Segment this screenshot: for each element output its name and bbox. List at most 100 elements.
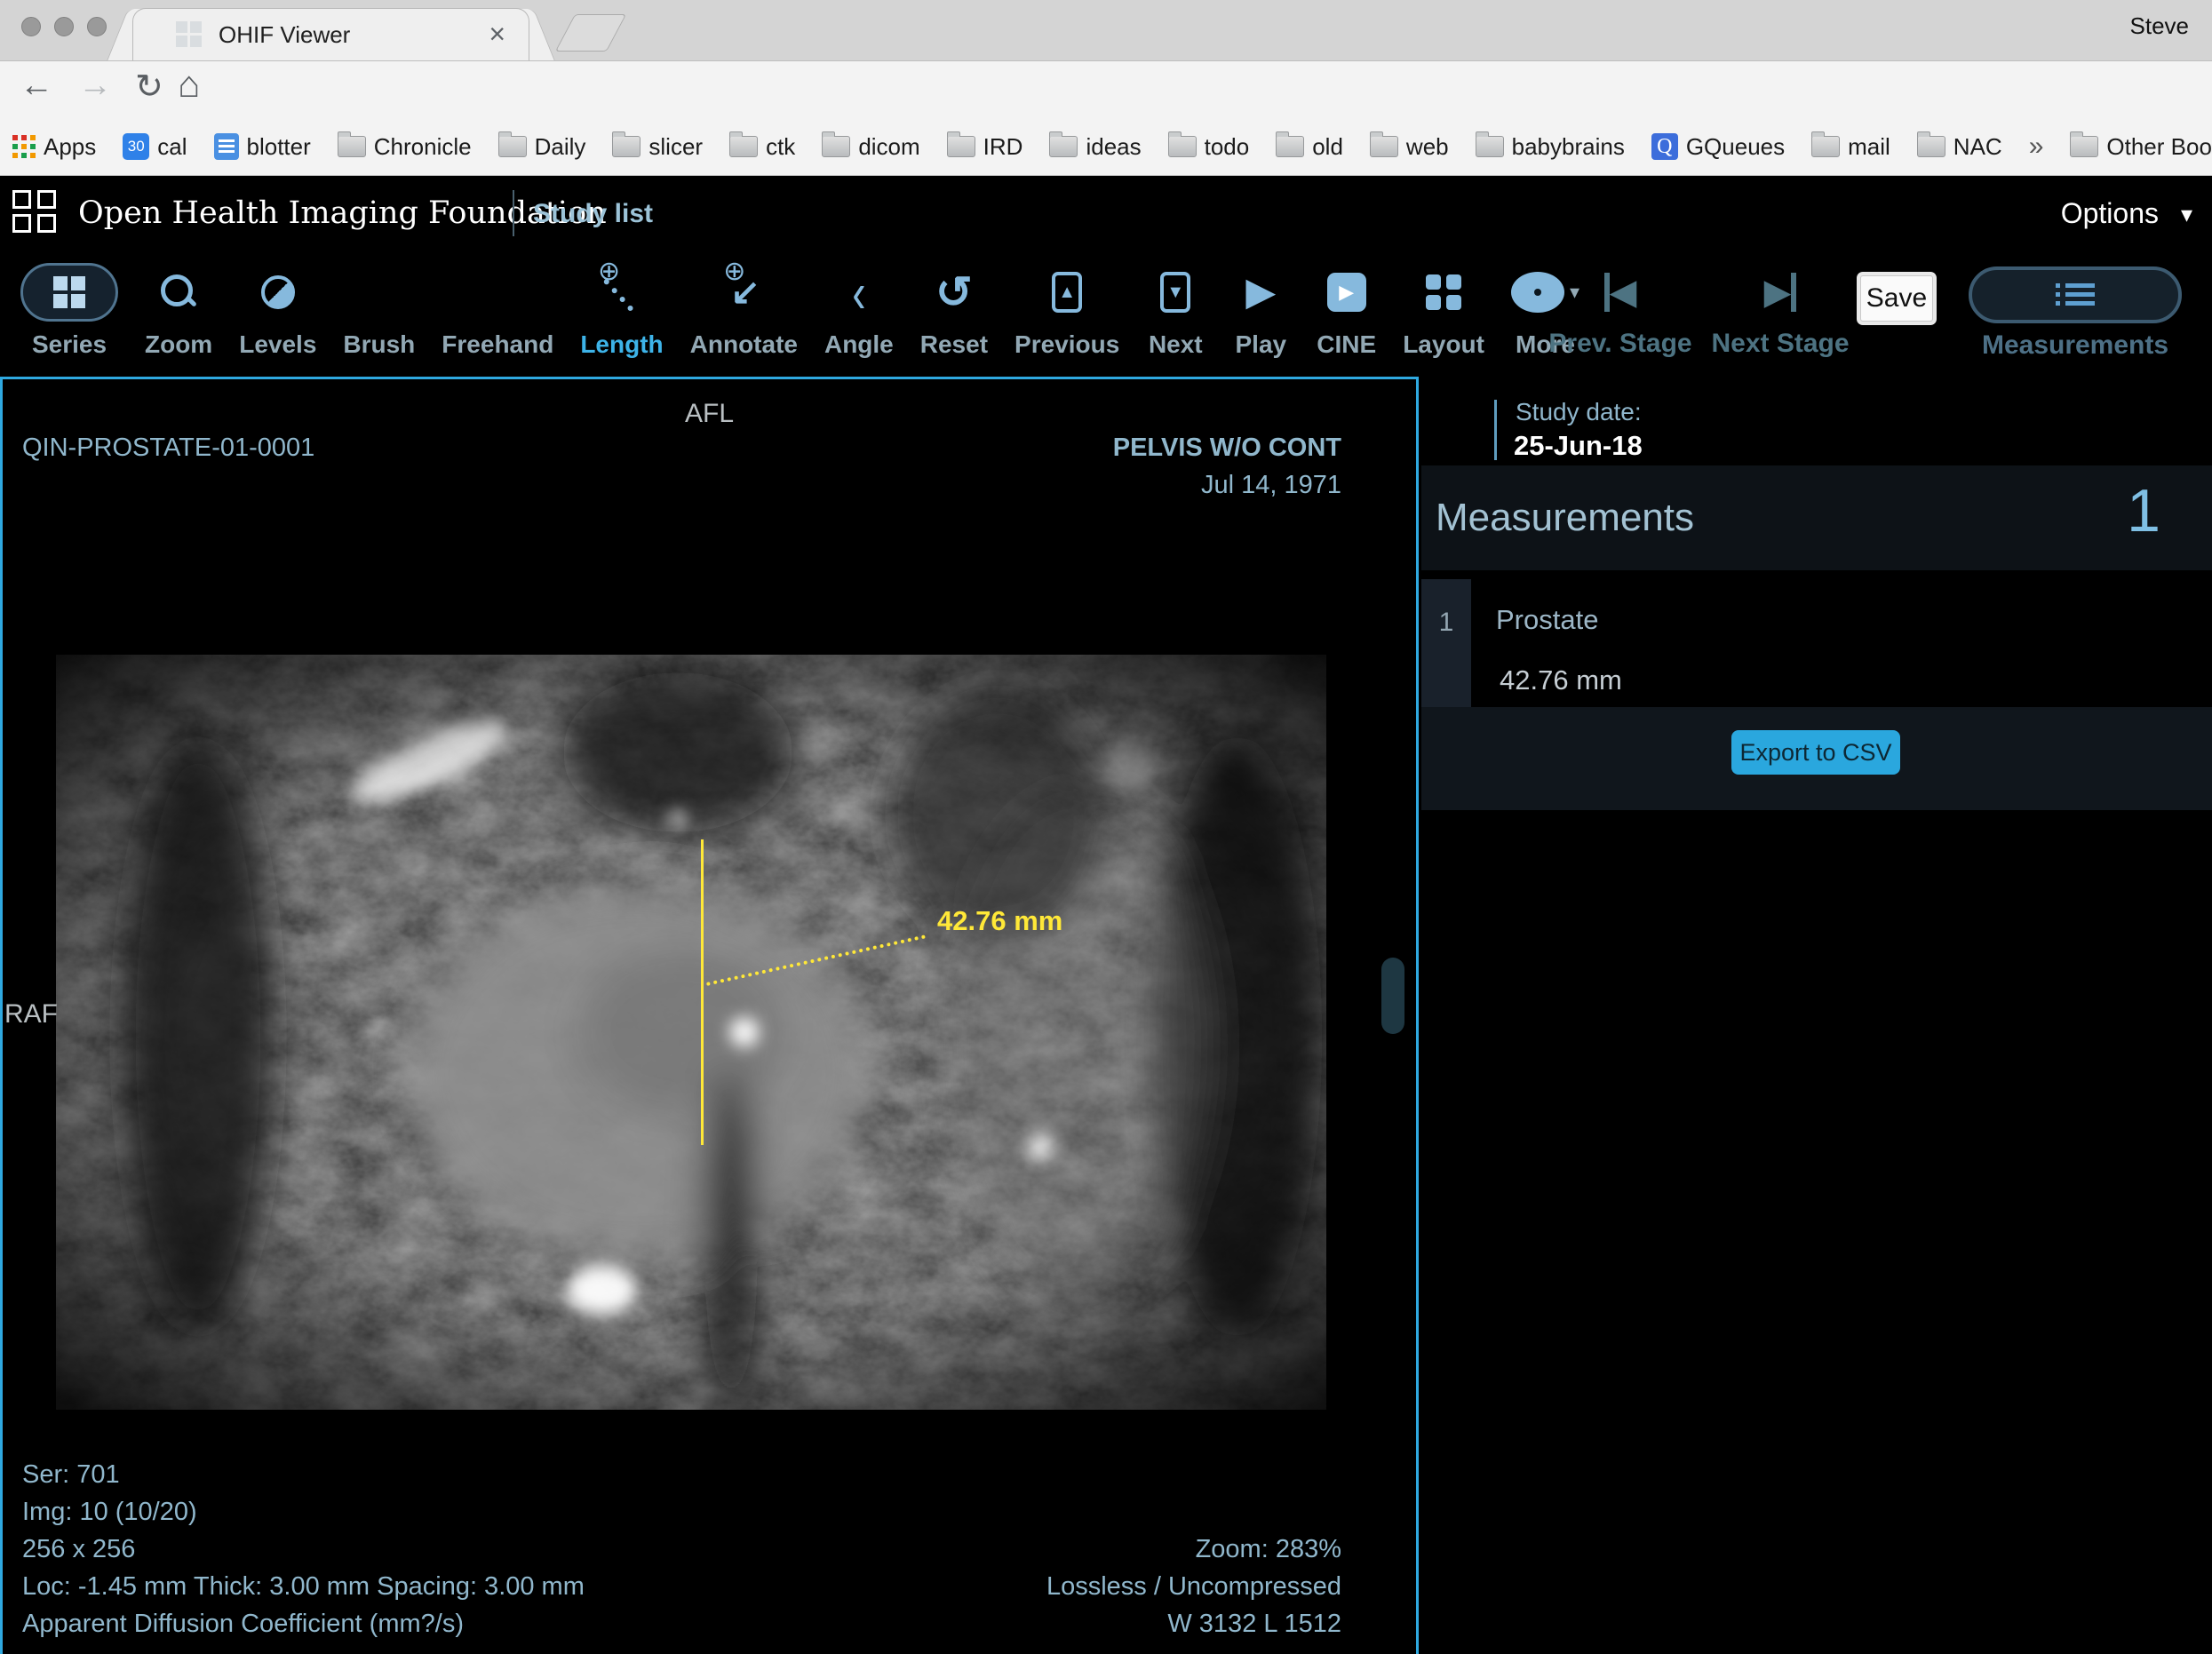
tab-title: OHIF Viewer — [219, 21, 350, 49]
study-date-label: Study date: — [1516, 398, 1642, 426]
bookmark-icon — [822, 136, 850, 157]
toolbar-button[interactable]: ▶ Play — [1218, 256, 1303, 359]
next-stage-button[interactable]: ▶ Next Stage — [1700, 256, 1860, 359]
bookmark-label: NAC — [1953, 133, 2002, 161]
toolbar-button-label: Annotate — [690, 330, 798, 359]
bookmark-label: mail — [1848, 133, 1890, 161]
toolbar-icon — [1426, 274, 1461, 310]
viewport-scrollbar-thumb[interactable] — [1381, 958, 1404, 1034]
toolbar-button[interactable]: Freehand — [428, 256, 567, 359]
study-list-link[interactable]: Study list — [533, 199, 653, 229]
measurement-line[interactable] — [701, 839, 704, 1145]
measurement-count-badge: 1 — [2127, 476, 2160, 545]
panel-header: Measurements 1 — [1421, 465, 2212, 570]
browser-profile-name[interactable]: Steve — [2130, 12, 2190, 40]
toolbar-button-label: Previous — [1014, 330, 1119, 359]
toolbar-button[interactable]: Brush — [330, 256, 428, 359]
back-icon[interactable]: ← — [20, 67, 53, 105]
toolbar-button[interactable]: Zoom — [131, 256, 226, 359]
bookmark-icon — [338, 136, 366, 157]
bookmark-item[interactable]: mail — [1811, 133, 1890, 161]
toolbar-button[interactable]: ▼ Next — [1133, 256, 1218, 359]
measurement-value-label[interactable]: 42.76 mm — [937, 905, 1062, 937]
overlay-line: Ser: 701 — [22, 1456, 585, 1493]
toolbar-button[interactable]: ‹ Angle — [811, 256, 907, 359]
bookmark-item[interactable]: ctk — [729, 133, 795, 161]
toolbar-button-label: Play — [1235, 330, 1286, 359]
measurements-toggle-label: Measurements — [1982, 330, 2168, 361]
reload-icon[interactable]: ↻ — [135, 67, 163, 107]
bookmarks-overflow-chevron[interactable]: » — [2029, 131, 2044, 162]
bookmark-icon: Q — [1651, 133, 1678, 160]
dicom-viewport[interactable]: QIN-PROSTATE-01-0001 AFL RAF PELVIS W/O … — [0, 377, 1419, 1654]
bookmark-item[interactable]: babybrains — [1476, 133, 1625, 161]
chevron-down-icon[interactable]: ▾ — [2181, 201, 2192, 228]
bookmark-item[interactable]: Chronicle — [338, 133, 472, 161]
brand-title[interactable]: Open Health Imaging Foundation — [78, 195, 607, 231]
toolbar-button[interactable]: ↺ Reset — [907, 256, 1001, 359]
forward-icon[interactable]: → — [78, 67, 112, 105]
bookmark-label: cal — [157, 133, 187, 161]
prev-stage-button[interactable]: ◀ Prev. Stage — [1540, 256, 1700, 359]
bookmark-item[interactable]: NAC — [1917, 133, 2002, 161]
bookmark-item[interactable]: Daily — [498, 133, 586, 161]
measurements-panel-toggle[interactable] — [1969, 266, 2182, 323]
toolbar-button[interactable]: Length — [567, 256, 676, 359]
bookmark-item[interactable]: slicer — [612, 133, 703, 161]
toolbar-icon: ▶ — [1245, 273, 1276, 312]
window-minimize-button[interactable] — [54, 17, 74, 36]
bookmark-label: todo — [1205, 133, 1250, 161]
bookmark-item[interactable]: dicom — [822, 133, 919, 161]
overlay-patient-id: QIN-PROSTATE-01-0001 — [22, 429, 314, 466]
toolbar-button[interactable]: Layout — [1389, 256, 1498, 359]
toolbar-icon — [53, 276, 85, 308]
toolbar-button-label: CINE — [1317, 330, 1376, 359]
bookmark-label: ctk — [766, 133, 795, 161]
toolbar-icon — [261, 275, 295, 309]
bookmark-label: babybrains — [1512, 133, 1625, 161]
toolbar-button[interactable]: Series — [7, 256, 131, 359]
bookmark-item[interactable]: IRD — [947, 133, 1023, 161]
ohif-logo-icon[interactable] — [12, 190, 62, 235]
bookmark-icon — [12, 135, 36, 158]
measurement-row-value: 42.76 mm — [1500, 664, 1622, 696]
home-icon[interactable]: ⌂ — [178, 63, 200, 106]
bookmark-label: slicer — [648, 133, 703, 161]
bookmark-icon — [1276, 136, 1304, 157]
window-zoom-button[interactable] — [87, 17, 107, 36]
bookmark-icon: 30 — [123, 133, 149, 160]
study-date-accent-bar — [1494, 400, 1497, 460]
measurement-row-name[interactable]: Prostate — [1496, 604, 1598, 636]
export-section: Export to CSV — [1421, 707, 2212, 810]
bookmark-item[interactable]: 30 cal — [123, 133, 187, 161]
overlay-orientation-left: RAF — [4, 996, 58, 1033]
skip-to-start-icon: ◀ — [1604, 256, 1637, 329]
bookmark-item[interactable]: Q GQueues — [1651, 133, 1785, 161]
toolbar-button-label: Freehand — [442, 330, 553, 359]
new-tab-button[interactable] — [555, 14, 626, 52]
bookmark-item[interactable]: blotter — [214, 133, 311, 161]
browser-navbar: ← → ↻ ⌂ i ohifviewer-staging.herokuapp.c… — [0, 60, 2212, 118]
options-menu[interactable]: Options — [2061, 197, 2159, 230]
bookmark-item[interactable]: ideas — [1049, 133, 1141, 161]
export-csv-button[interactable]: Export to CSV — [1731, 730, 1900, 775]
toolbar-button[interactable]: ▲ Previous — [1001, 256, 1133, 359]
toolbar-button[interactable]: ▶ CINE — [1303, 256, 1389, 359]
bookmark-item[interactable]: old — [1276, 133, 1343, 161]
overlay-line: Img: 10 (10/20) — [22, 1493, 585, 1531]
overlay-line: W 3132 L 1512 — [1046, 1605, 1341, 1642]
bookmark-label: IRD — [983, 133, 1023, 161]
toolbar-button[interactable]: Levels — [226, 256, 330, 359]
save-button[interactable]: Save — [1860, 275, 1933, 322]
list-icon — [2056, 282, 2095, 308]
bookmark-item[interactable]: Apps — [12, 133, 96, 161]
window-close-button[interactable] — [21, 17, 41, 36]
bookmark-item[interactable]: web — [1370, 133, 1449, 161]
measurement-row[interactable]: 1 Prostate 42.76 mm — [1421, 579, 2212, 707]
toolbar-button[interactable]: Annotate — [677, 256, 811, 359]
other-bookmarks[interactable]: Other Bookmarks — [2070, 133, 2212, 161]
browser-tab[interactable]: OHIF Viewer × — [133, 9, 529, 60]
toolbar-icon: ▶ — [1327, 273, 1366, 312]
tab-close-icon[interactable]: × — [489, 16, 505, 52]
bookmark-item[interactable]: todo — [1168, 133, 1250, 161]
